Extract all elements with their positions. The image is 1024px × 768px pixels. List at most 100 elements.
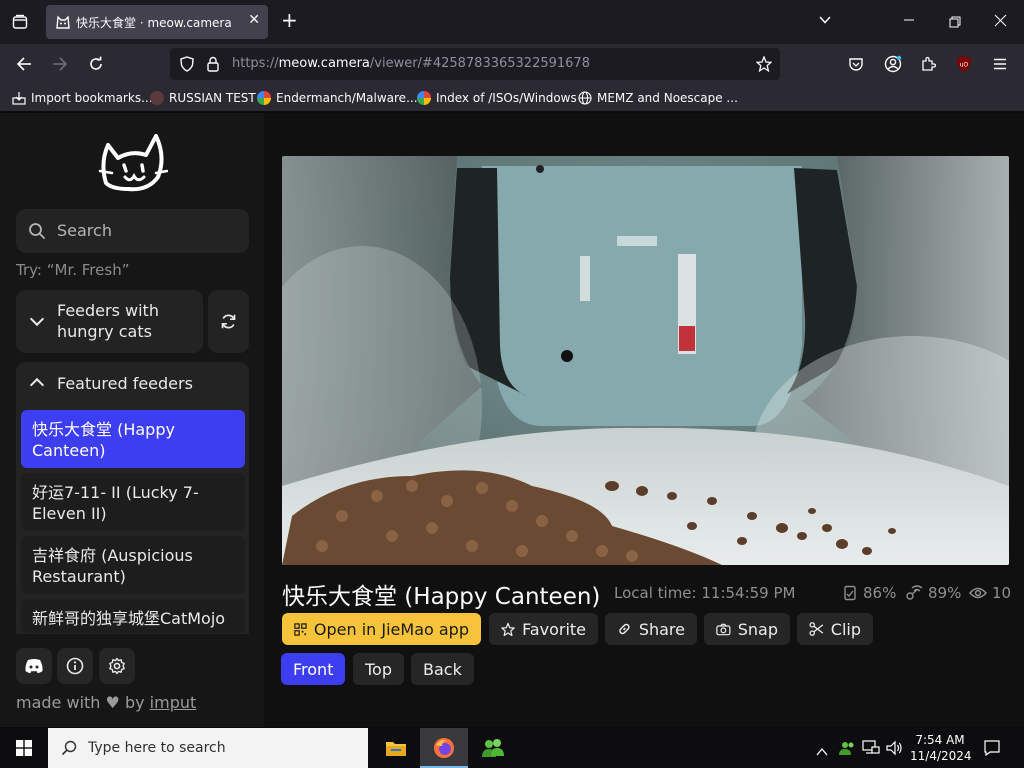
chevron-up-icon[interactable] <box>29 377 45 393</box>
discord-icon <box>25 659 43 673</box>
bookmark-label: Index of /ISOs/Windows <box>436 91 577 105</box>
qr-code-icon <box>294 622 307 636</box>
info-button[interactable] <box>57 648 93 684</box>
search-icon <box>61 740 77 756</box>
refresh-button[interactable] <box>208 290 249 353</box>
lock-icon[interactable] <box>206 56 220 75</box>
search-input[interactable]: Search <box>16 209 249 253</box>
snap-label: Snap <box>737 619 778 639</box>
sidebar: Search Try: “Mr. Fresh” Feeders with hun… <box>0 113 264 727</box>
footer-by: by <box>124 693 145 712</box>
people-app-taskbar-button[interactable] <box>469 728 517 768</box>
forward-icon[interactable] <box>52 56 68 75</box>
feeder-item-lucky-7-eleven[interactable]: 好运7-11- II (Lucky 7-Eleven II) <box>21 473 245 531</box>
cat-favicon-icon <box>56 15 70 29</box>
notifications-icon[interactable] <box>984 740 1000 760</box>
reload-icon[interactable] <box>88 56 104 75</box>
cat-logo-icon[interactable] <box>98 131 168 193</box>
bookmark-russian-test[interactable]: RUSSIAN TEST <box>150 90 256 106</box>
clip-button[interactable]: Clip <box>797 613 873 645</box>
people-icon <box>482 739 504 757</box>
ublock-origin-icon[interactable]: uO <box>955 55 973 76</box>
tab-list-icon[interactable] <box>12 14 28 33</box>
share-button[interactable]: Share <box>605 613 697 645</box>
camera-tab-front[interactable]: Front <box>281 653 346 685</box>
restore-window-icon[interactable] <box>949 15 961 31</box>
camera-tab-back[interactable]: Back <box>411 653 474 685</box>
feeder-item-auspicious-restaurant[interactable]: 吉祥食府 (Auspicious Restaurant) <box>21 536 245 594</box>
people-tray-icon[interactable] <box>838 740 856 760</box>
globe-icon <box>578 91 592 105</box>
bookmark-endermanch[interactable]: Endermanch/Malware... <box>257 90 418 106</box>
taskbar-search-placeholder: Type here to search <box>88 740 226 756</box>
active-tab[interactable]: 快乐大食堂 · meow.camera ✕ <box>46 5 268 39</box>
shield-icon[interactable] <box>179 56 195 75</box>
refresh-icon <box>221 314 236 329</box>
address-bar[interactable]: https://meow.camera/viewer/#425878336532… <box>170 48 780 80</box>
hungry-cats-label: Feeders with hungry cats <box>57 301 159 341</box>
signal-icon <box>906 585 923 600</box>
list-all-tabs-icon[interactable] <box>818 13 832 30</box>
search-hint: Try: “Mr. Fresh” <box>16 261 130 279</box>
scissors-icon <box>809 622 824 636</box>
pocket-icon[interactable] <box>848 56 864 75</box>
firefox-taskbar-button[interactable] <box>420 728 468 768</box>
settings-button[interactable] <box>99 648 135 684</box>
url-text[interactable]: https://meow.camera/viewer/#425878336532… <box>232 56 590 71</box>
account-icon[interactable] <box>884 55 902 76</box>
heart-icon: ♥ <box>105 693 120 712</box>
tab-title: 快乐大食堂 · meow.camera <box>76 16 232 30</box>
bookmark-star-icon[interactable] <box>755 55 773 75</box>
import-icon <box>12 92 26 105</box>
windows-taskbar: Type here to search 7:54 AM 11/4/2024 <box>0 728 1024 768</box>
imput-link[interactable]: imput <box>150 693 197 712</box>
taskbar-search-input[interactable]: Type here to search <box>48 728 368 768</box>
page-content: Search Try: “Mr. Fresh” Feeders with hun… <box>0 113 1024 727</box>
system-clock[interactable]: 7:54 AM 11/4/2024 <box>910 732 972 764</box>
camera-icon <box>716 623 731 635</box>
camera-tab-top[interactable]: Top <box>353 653 404 685</box>
volume-icon[interactable] <box>886 740 904 760</box>
bookmark-import[interactable]: Import bookmarks... <box>12 90 153 106</box>
made-with-footer: made with ♥ by imput <box>16 693 196 712</box>
feeder-item-happy-canteen[interactable]: 快乐大食堂 (Happy Canteen) <box>21 410 245 468</box>
eye-icon <box>969 587 987 599</box>
bookmarks-toolbar: Import bookmarks... RUSSIAN TEST Enderma… <box>0 84 1024 112</box>
camera-video-feed[interactable] <box>282 156 1009 565</box>
link-icon <box>619 623 630 635</box>
local-time: Local time: 11:54:59 PM <box>614 584 796 602</box>
clock-date: 11/4/2024 <box>910 749 972 763</box>
bookmark-label: Import bookmarks... <box>31 91 153 105</box>
site-favicon-icon <box>150 91 164 105</box>
feeder-title: 快乐大食堂 (Happy Canteen) <box>282 584 601 610</box>
hungry-cats-toggle[interactable]: Feeders with hungry cats <box>16 290 203 353</box>
bookmark-memz[interactable]: MEMZ and Noescape ... <box>578 90 738 106</box>
close-window-icon[interactable] <box>994 14 1007 30</box>
signal-value: 89% <box>928 584 962 602</box>
show-hidden-icons-icon[interactable] <box>816 742 828 761</box>
google-favicon-icon <box>417 91 431 105</box>
menu-icon[interactable] <box>992 56 1008 75</box>
feeder-item-mr-fresh[interactable]: 新鲜哥的独享城堡CatMojo (Mr. Fresh's Castle) <box>21 599 245 633</box>
open-in-app-button[interactable]: Open in JieMao app <box>282 613 481 645</box>
minimize-window-icon[interactable] <box>903 13 915 29</box>
windows-start-icon[interactable] <box>16 740 32 760</box>
clip-label: Clip <box>830 619 861 639</box>
snap-button[interactable]: Snap <box>704 613 790 645</box>
back-icon[interactable] <box>16 56 32 75</box>
tab-bar: 快乐大食堂 · meow.camera ✕ + <box>0 0 1024 44</box>
discord-button[interactable] <box>16 648 52 684</box>
extensions-icon[interactable] <box>920 56 937 75</box>
close-tab-icon[interactable]: ✕ <box>248 12 260 28</box>
network-icon[interactable] <box>862 740 880 760</box>
featured-feeders-label[interactable]: Featured feeders <box>57 373 193 394</box>
gear-icon <box>109 657 125 675</box>
favorite-label: Favorite <box>522 619 586 639</box>
favorite-button[interactable]: Favorite <box>489 613 598 645</box>
file-explorer-taskbar-button[interactable] <box>371 728 419 768</box>
bookmark-isos[interactable]: Index of /ISOs/Windows <box>417 90 577 106</box>
search-placeholder: Search <box>57 221 112 240</box>
viewers-value: 10 <box>992 584 1012 602</box>
firefox-icon <box>434 738 454 758</box>
new-tab-icon[interactable]: + <box>281 10 298 30</box>
